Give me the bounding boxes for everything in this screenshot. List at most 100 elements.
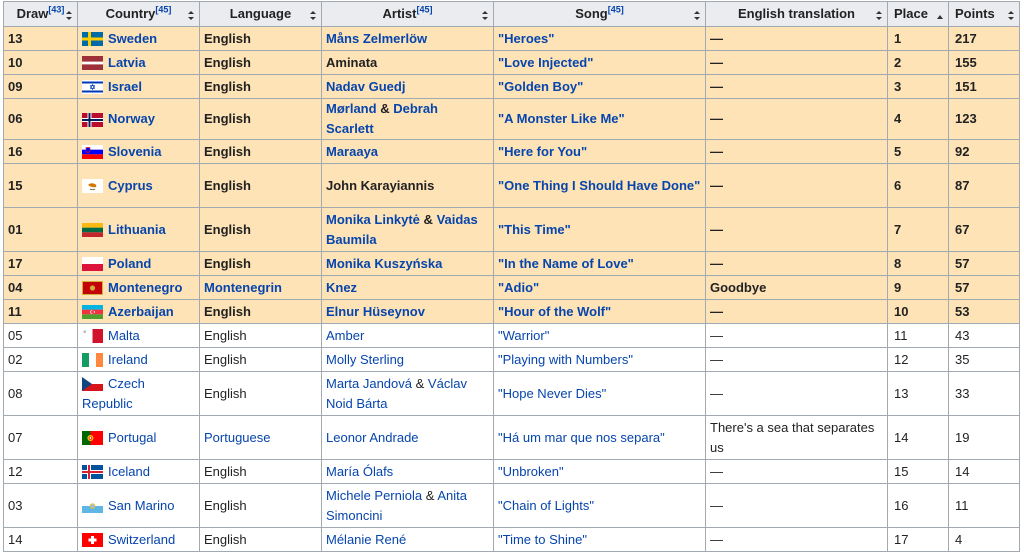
sort-ascending-icon[interactable]	[937, 11, 943, 20]
song-link[interactable]: "Playing with Numbers"	[498, 352, 633, 367]
language-cell: English	[199, 26, 322, 51]
points-cell: 87	[948, 163, 1020, 208]
column-header-place[interactable]: Place	[887, 1, 949, 27]
country-link[interactable]: Poland	[108, 256, 151, 271]
country-link[interactable]: Portugal	[108, 430, 156, 445]
song-link[interactable]: "Unbroken"	[498, 464, 564, 479]
language-link[interactable]: Portuguese	[204, 430, 271, 445]
column-header-artist[interactable]: Artist[45]	[321, 1, 494, 27]
table-row: 08 Czech Republic English Marta Jandová & V…	[3, 371, 1020, 416]
english-translation-cell: —	[705, 207, 888, 252]
artist-link[interactable]: Mélanie René	[326, 532, 406, 547]
results-table: Draw[43] Country[45] Language Artist[45]…	[3, 1, 1020, 552]
country-cell: Portugal	[77, 415, 200, 460]
country-link[interactable]: Montenegro	[108, 280, 182, 295]
country-link[interactable]: Israel	[108, 79, 142, 94]
artist-link[interactable]: Monika Kuszyńska	[326, 256, 442, 271]
artist-link[interactable]: María Ólafs	[326, 464, 393, 479]
column-header-country[interactable]: Country[45]	[77, 1, 200, 27]
sort-icon[interactable]	[876, 11, 882, 20]
song-link[interactable]: "One Thing I Should Have Done"	[498, 178, 700, 193]
sort-icon[interactable]	[188, 11, 194, 20]
artist-link[interactable]: Monika Linkytė	[326, 212, 420, 227]
english-translation-cell: —	[705, 163, 888, 208]
country-link[interactable]: Cyprus	[108, 178, 153, 193]
draw-cell: 15	[3, 163, 78, 208]
reference-link[interactable]: [45]	[608, 5, 624, 15]
song-link[interactable]: "Hour of the Wolf"	[498, 304, 611, 319]
artist-link[interactable]: Måns Zelmerlöw	[326, 31, 427, 46]
artist-cell: Elnur Hüseynov	[321, 299, 494, 324]
column-header-english-translation[interactable]: English translation	[705, 1, 888, 27]
song-cell: "Hope Never Dies"	[493, 371, 706, 416]
country-link[interactable]: Slovenia	[108, 144, 161, 159]
artist-link[interactable]: Amber	[326, 328, 364, 343]
column-header-draw[interactable]: Draw[43]	[3, 1, 78, 27]
reference-link[interactable]: [45]	[416, 5, 432, 15]
song-link[interactable]: "Love Injected"	[498, 55, 593, 70]
country-link[interactable]: Switzerland	[108, 532, 175, 547]
artist-link[interactable]: Nadav Guedj	[326, 79, 405, 94]
reference-link[interactable]: [43]	[48, 5, 64, 15]
song-link[interactable]: "Adio"	[498, 280, 539, 295]
sort-icon[interactable]	[694, 11, 700, 20]
points-cell: 53	[948, 299, 1020, 324]
english-translation-cell: —	[705, 251, 888, 276]
country-link[interactable]: Malta	[108, 328, 140, 343]
artist-link[interactable]: Maraaya	[326, 144, 378, 159]
sort-icon[interactable]	[310, 11, 316, 20]
english-translation-cell: —	[705, 527, 888, 552]
country-link[interactable]: Azerbaijan	[108, 304, 174, 319]
artist-link[interactable]: Mørland	[326, 101, 377, 116]
table-row: 13 Sweden English Måns Zelmerlöw "Heroes" —1 2…	[3, 26, 1020, 51]
artist-link[interactable]: Knez	[326, 280, 357, 295]
artist-link[interactable]: Molly Sterling	[326, 352, 404, 367]
song-link[interactable]: "Chain of Lights"	[498, 498, 594, 513]
table-row: 10 Latvia English Aminata "Love Injected" —2 1…	[3, 50, 1020, 75]
country-cell: Montenegro	[77, 275, 200, 300]
country-cell: Norway	[77, 98, 200, 140]
language-link[interactable]: Montenegrin	[204, 280, 282, 295]
sort-icon[interactable]	[66, 11, 72, 20]
song-cell: "Golden Boy"	[493, 74, 706, 99]
artist-link[interactable]: Elnur Hüseynov	[326, 304, 425, 319]
points-cell: 123	[948, 98, 1020, 140]
language-cell[interactable]: Montenegrin	[199, 275, 322, 300]
song-link[interactable]: "Hope Never Dies"	[498, 386, 606, 401]
song-link[interactable]: "Warrior"	[498, 328, 549, 343]
column-header-song[interactable]: Song[45]	[493, 1, 706, 27]
song-link[interactable]: "Há um mar que nos separa"	[498, 430, 665, 445]
english-translation-cell: —	[705, 299, 888, 324]
points-cell: 57	[948, 251, 1020, 276]
country-cell: Czech Republic	[77, 371, 200, 416]
artist-link[interactable]: Marta Jandová	[326, 376, 412, 391]
reference-link[interactable]: [45]	[155, 5, 171, 15]
song-link[interactable]: "In the Name of Love"	[498, 256, 634, 271]
points-cell: 57	[948, 275, 1020, 300]
song-cell: "Here for You"	[493, 139, 706, 164]
song-link[interactable]: "Time to Shine"	[498, 532, 587, 547]
song-link[interactable]: "Heroes"	[498, 31, 554, 46]
artist-cell: Aminata	[321, 50, 494, 75]
language-cell: English	[199, 347, 322, 372]
song-link[interactable]: "Here for You"	[498, 144, 587, 159]
sort-icon[interactable]	[482, 11, 488, 20]
country-link[interactable]: Ireland	[108, 352, 148, 367]
column-header-language[interactable]: Language	[199, 1, 322, 27]
song-link[interactable]: "Golden Boy"	[498, 79, 583, 94]
country-link[interactable]: San Marino	[108, 498, 174, 513]
column-header-points[interactable]: Points	[948, 1, 1020, 27]
place-cell: 17	[887, 527, 949, 552]
country-link[interactable]: Latvia	[108, 55, 146, 70]
sort-icon[interactable]	[1008, 11, 1014, 20]
country-link[interactable]: Lithuania	[108, 222, 166, 237]
song-link[interactable]: "A Monster Like Me"	[498, 111, 625, 126]
country-link[interactable]: Norway	[108, 111, 155, 126]
language-cell[interactable]: Portuguese	[199, 415, 322, 460]
country-link[interactable]: Iceland	[108, 464, 150, 479]
country-link[interactable]: Sweden	[108, 31, 157, 46]
song-link[interactable]: "This Time"	[498, 222, 571, 237]
artist-link[interactable]: Michele Perniola	[326, 488, 422, 503]
artist-link[interactable]: Leonor Andrade	[326, 430, 419, 445]
country-cell: Malta	[77, 323, 200, 348]
